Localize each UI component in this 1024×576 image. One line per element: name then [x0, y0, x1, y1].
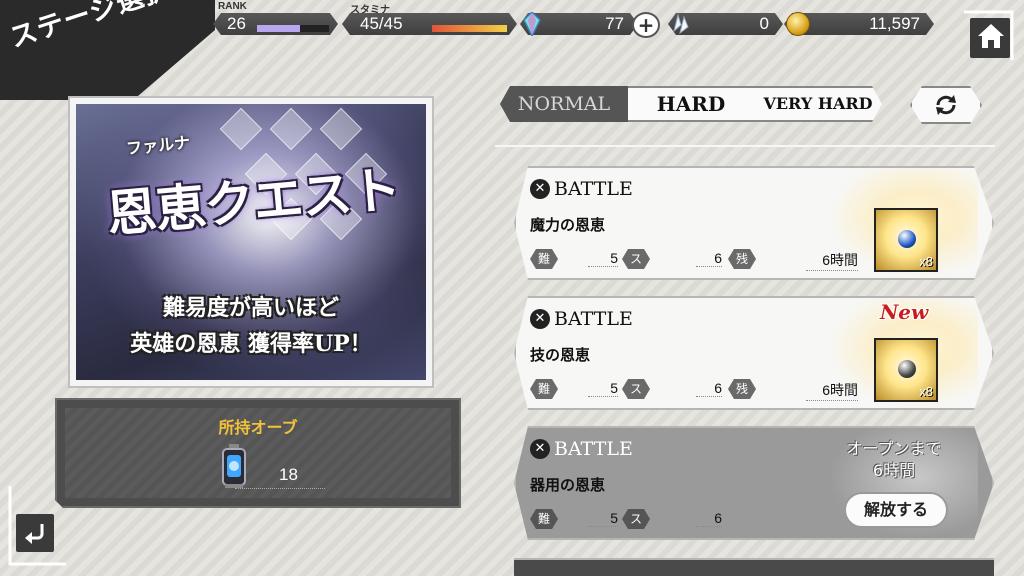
refresh-button[interactable]: [910, 86, 982, 124]
refresh-icon: [932, 93, 960, 117]
shard-count: 0: [759, 14, 769, 33]
banner-line-1: 難易度が高いほど: [162, 295, 339, 321]
difficulty-label: 難易度: [530, 249, 558, 269]
remaining-time-label: 残り時間: [728, 379, 756, 399]
rank-pill: 26: [213, 13, 338, 35]
quest-banner-art: ファルナ 恩恵クエスト 難易度が高いほど 英雄の恩恵 獲得率UP！: [76, 104, 426, 380]
list-divider: [495, 145, 995, 147]
coin-count: 11,597: [869, 14, 920, 33]
reward-item: x8: [874, 338, 938, 402]
blue-orb-icon: [898, 230, 916, 248]
difficulty-label: 難易度: [530, 509, 558, 529]
back-arrow-icon: [25, 524, 44, 544]
open-countdown-label: オープンまで: [846, 439, 942, 458]
battle-heading: ✕ BATTLE: [530, 308, 633, 330]
quest-banner: ファルナ 恩恵クエスト 難易度が高いほど 英雄の恩恵 獲得率UP！: [68, 96, 434, 388]
stamina-cost-value: 6: [696, 510, 722, 527]
stamina-cost-label: スタミナ: [622, 509, 650, 529]
tab-very-hard[interactable]: VERY HARD: [754, 86, 882, 122]
swords-icon: ✕: [530, 179, 550, 199]
owned-orbs-panel: 所持オーブ 18: [55, 398, 461, 508]
battle-card-4-partial[interactable]: [514, 558, 994, 576]
rank-value: 26: [227, 14, 246, 33]
tab-normal[interactable]: NORMAL: [500, 86, 628, 122]
stamina-value: 45/45: [360, 14, 403, 33]
home-button[interactable]: [962, 10, 1014, 62]
battle-name: 技の恩恵: [530, 346, 591, 364]
rank-progress-bar: [257, 25, 329, 32]
stamina-cost-label: スタミナ: [622, 379, 650, 399]
battle-heading: ✕ BATTLE: [530, 438, 633, 460]
owned-orbs-count: 18: [279, 465, 298, 484]
stamina-progress-bar: [432, 25, 507, 32]
tab-hard[interactable]: HARD: [628, 86, 754, 122]
home-icon: [978, 24, 1004, 48]
open-countdown-time: 6時間: [872, 461, 916, 480]
rank-label: RANK: [218, 1, 247, 12]
open-countdown: オープンまで 6時間: [824, 438, 964, 482]
dark-orb-icon: [898, 360, 916, 378]
crystal-count: 77: [605, 14, 624, 33]
difficulty-label: 難易度: [530, 379, 558, 399]
battle-name: 器用の恩恵: [530, 476, 606, 494]
difficulty-value: 5: [588, 380, 618, 397]
battle-heading: ✕ BATTLE: [530, 178, 633, 200]
battle-card-1[interactable]: ✕ BATTLE 魔力の恩恵 難易度 5 スタミナ 6 残り時間 6時間 x8: [514, 166, 994, 280]
battle-label: BATTLE: [554, 178, 633, 200]
back-button[interactable]: [8, 484, 68, 568]
reward-multiplier: x8: [919, 254, 933, 269]
difficulty-value: 5: [588, 250, 618, 267]
banner-title: 恩恵クエスト: [104, 159, 403, 244]
stamina-cost-label: スタミナ: [622, 249, 650, 269]
shard-icon: [669, 12, 693, 36]
reward-multiplier: x8: [919, 384, 933, 399]
remaining-time-value: 6時間: [806, 380, 858, 401]
coin-icon: [786, 12, 810, 36]
stamina-cost-value: 6: [696, 250, 722, 267]
swords-icon: ✕: [530, 439, 550, 459]
battle-label: BATTLE: [554, 438, 633, 460]
remaining-time-label: 残り時間: [728, 249, 756, 269]
plus-icon: +: [637, 13, 655, 37]
remaining-time-value: 6時間: [806, 250, 858, 271]
battle-card-2[interactable]: ✕ BATTLE New 技の恩恵 難易度 5 スタミナ 6 残り時間 6時間 …: [514, 296, 994, 410]
battle-label: BATTLE: [554, 308, 633, 330]
banner-ruby-text: ファルナ: [125, 132, 191, 159]
banner-line-2: 英雄の恩恵 獲得率UP！: [130, 331, 372, 357]
owned-orbs-title: 所持オーブ: [218, 418, 298, 437]
orb-lantern-icon: [217, 442, 251, 490]
swords-icon: ✕: [530, 309, 550, 329]
reward-item: x8: [874, 208, 938, 272]
new-badge: New: [880, 300, 929, 324]
unlock-button[interactable]: 解放する: [844, 492, 948, 528]
stamina-pill: 45/45: [342, 13, 517, 35]
crystal-icon: [521, 12, 543, 36]
add-crystal-button[interactable]: +: [632, 12, 660, 38]
stamina-cost-value: 6: [696, 380, 722, 397]
rank-progress-fill: [257, 25, 300, 32]
stamina-progress-fill: [432, 25, 507, 32]
battle-card-3[interactable]: ✕ BATTLE 器用の恩恵 難易度 5 スタミナ 6 オープンまで 6時間 解…: [514, 426, 994, 540]
battle-name: 魔力の恩恵: [530, 216, 606, 234]
difficulty-value: 5: [588, 510, 618, 527]
